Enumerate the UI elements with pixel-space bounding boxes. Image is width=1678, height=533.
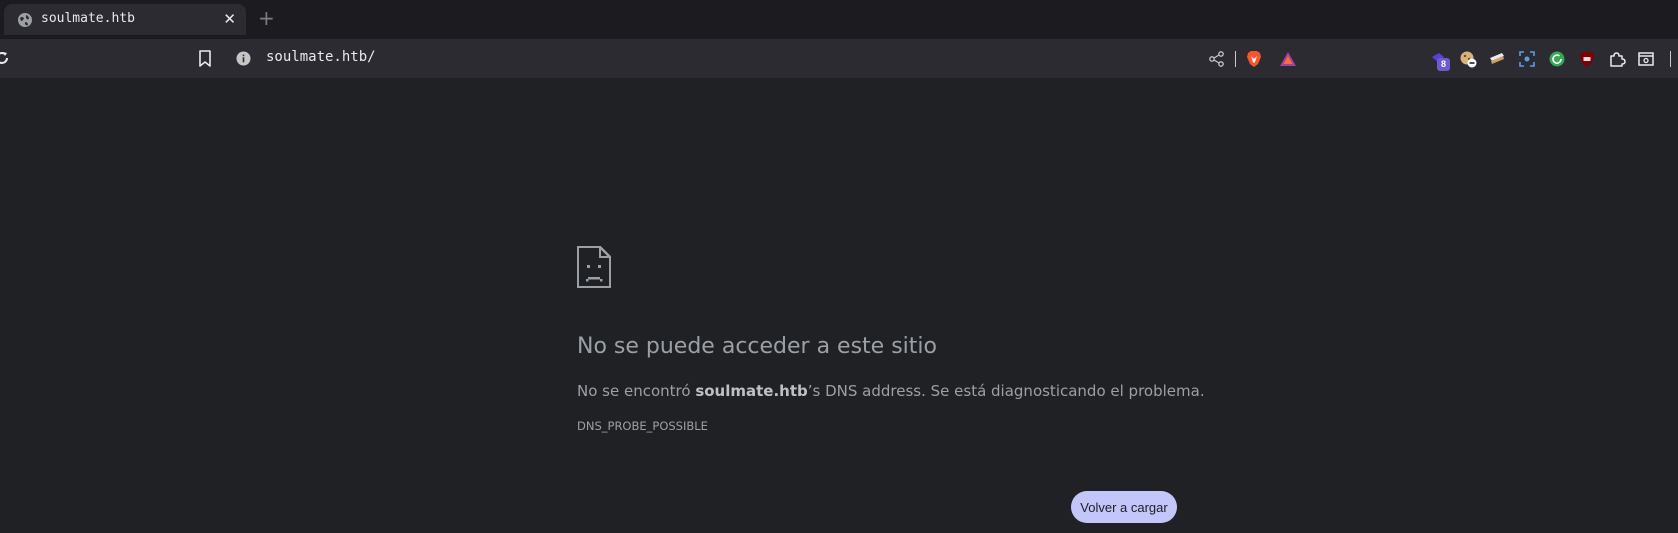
tab-soulmate[interactable]: soulmate.htb ✕: [4, 4, 246, 35]
ublock-icon[interactable]: [1578, 50, 1596, 68]
brave-rewards-icon[interactable]: [1279, 50, 1297, 68]
error-code: DNS_PROBE_POSSIBLE: [577, 419, 708, 433]
new-tab-button[interactable]: +: [258, 6, 275, 30]
info-icon[interactable]: [236, 51, 251, 66]
globe-icon: [18, 13, 32, 27]
share-icon[interactable]: [1208, 50, 1226, 68]
toolbar: soulmate.htb/ 8: [0, 39, 1678, 78]
bookmark-icon[interactable]: [198, 50, 212, 67]
sad-page-icon: [577, 246, 611, 288]
error-desc-suffix: ’s DNS address. Se está diagnosticando e…: [807, 382, 1205, 400]
puzzle-icon[interactable]: [1608, 50, 1626, 68]
reload-icon[interactable]: [0, 50, 10, 66]
url-field[interactable]: soulmate.htb/: [266, 49, 376, 65]
brave-shields-icon[interactable]: [1245, 50, 1263, 68]
search-tab-icon[interactable]: [1637, 50, 1655, 68]
tab-strip: soulmate.htb ✕ +: [0, 0, 1678, 39]
error-title: No se puede acceder a este sitio: [577, 334, 937, 359]
tab-title: soulmate.htb: [41, 11, 135, 26]
toolbar-divider: [1670, 51, 1671, 67]
cookie-extension-icon[interactable]: [1459, 50, 1477, 68]
extension-badge: 8: [1437, 58, 1450, 71]
sandwich-extension-icon[interactable]: [1488, 50, 1506, 68]
error-desc-prefix: No se encontró: [577, 382, 696, 400]
toolbar-divider: [1235, 51, 1236, 67]
screenshot-extension-icon[interactable]: [1518, 50, 1536, 68]
error-description: No se encontró soulmate.htb’s DNS addres…: [577, 382, 1205, 400]
reload-button[interactable]: Volver a cargar: [1071, 491, 1177, 523]
refresh-extension-icon[interactable]: [1548, 50, 1566, 68]
error-host: soulmate.htb: [695, 382, 808, 400]
tab-close-button[interactable]: ✕: [223, 10, 236, 28]
